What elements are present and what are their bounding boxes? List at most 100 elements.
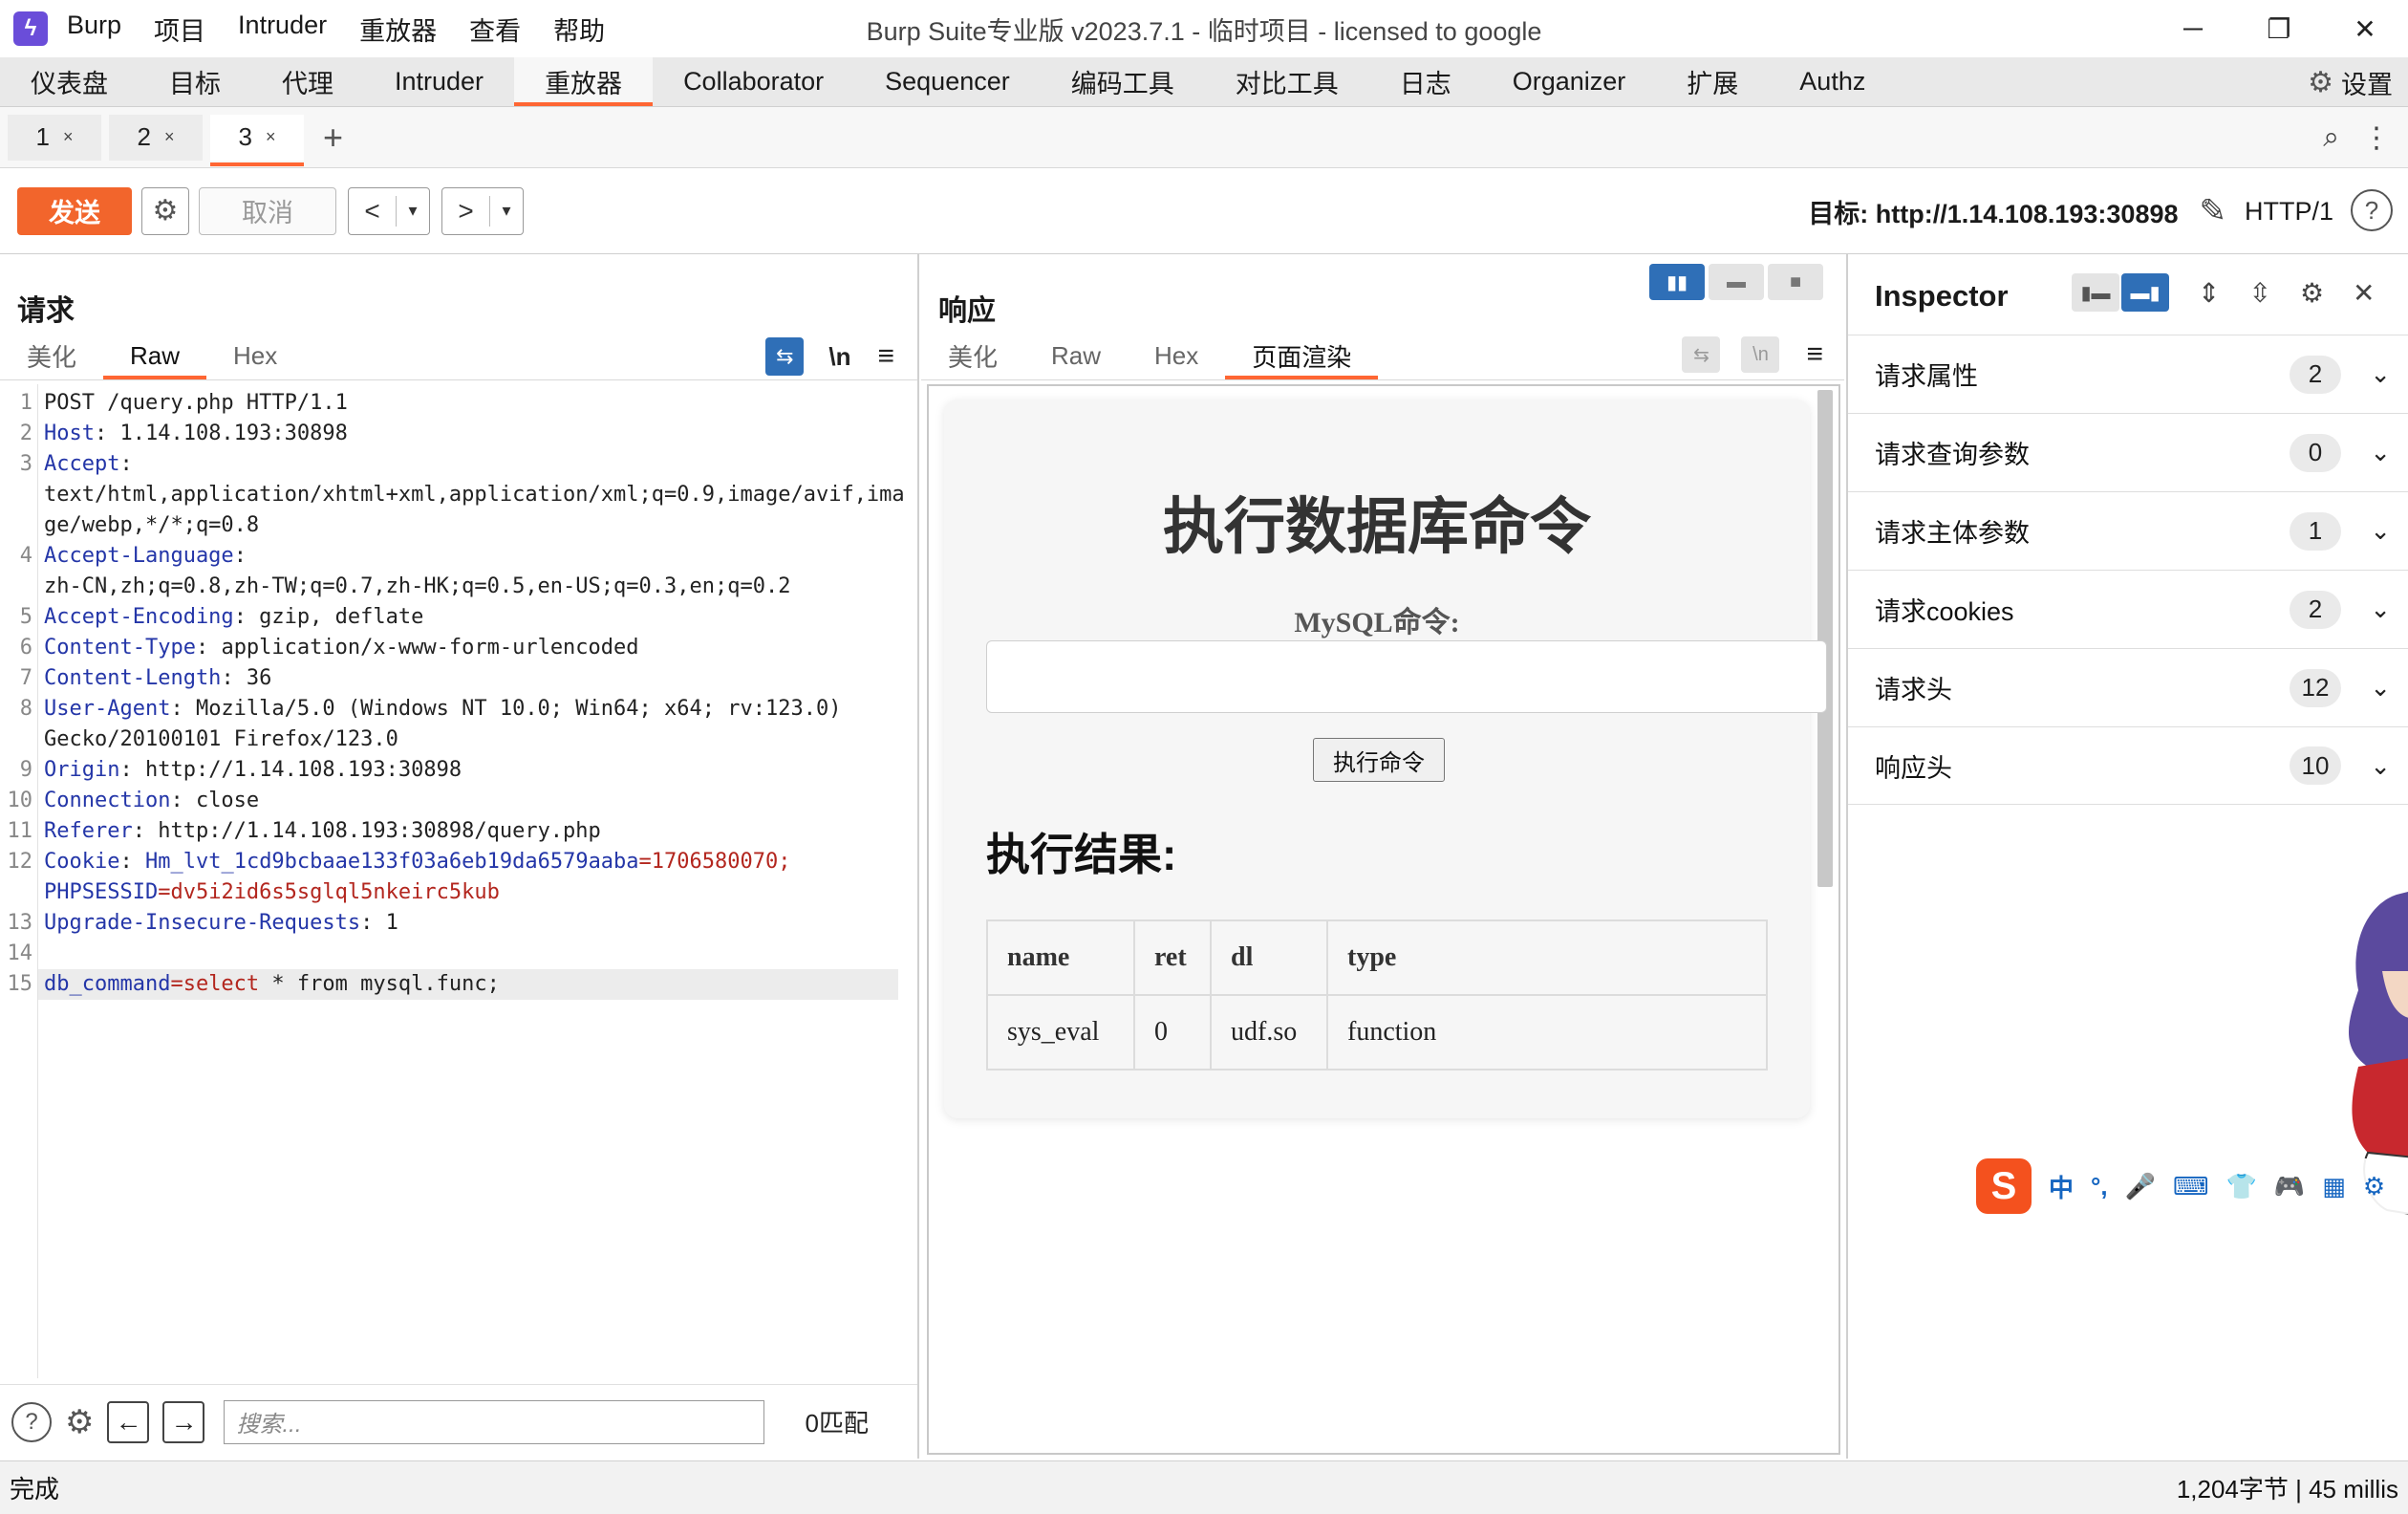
layout-side-by-side-icon[interactable]: ▮▮ — [1649, 264, 1705, 300]
tab-raw[interactable]: Raw — [103, 333, 207, 379]
inspector-section-request-attributes[interactable]: 请求属性 2 ⌄ — [1848, 335, 2408, 413]
ime-settings-icon[interactable]: ⚙ — [2363, 1172, 2385, 1201]
repeater-tab-2[interactable]: 2 × — [109, 114, 203, 161]
settings-button[interactable]: ⚙ 设置 — [2308, 57, 2393, 107]
chevron-down-icon[interactable]: ⌄ — [2370, 673, 2391, 703]
add-tab-icon[interactable]: + — [323, 118, 343, 158]
help-icon[interactable]: ? — [2351, 189, 2393, 231]
skin-shirt-icon[interactable]: 👕 — [2226, 1172, 2257, 1201]
chevron-down-icon[interactable]: ⌄ — [2370, 359, 2391, 389]
chevron-down-icon[interactable]: ⌄ — [2370, 595, 2391, 624]
gear-icon[interactable]: ⚙ — [65, 1403, 94, 1441]
tab-proxy[interactable]: 代理 — [251, 57, 364, 106]
layout-tabs-icon[interactable]: ■ — [1768, 264, 1823, 300]
inspector-section-query-params[interactable]: 请求查询参数 0 ⌄ — [1848, 413, 2408, 491]
arrow-right-icon[interactable]: → — [162, 1400, 205, 1443]
history-back-button[interactable]: < ▾ — [348, 186, 430, 235]
execute-button[interactable]: 执行命令 — [1313, 738, 1445, 782]
menu-project[interactable]: 项目 — [154, 11, 205, 48]
inspector-section-body-params[interactable]: 请求主体参数 1 ⌄ — [1848, 491, 2408, 570]
cancel-button[interactable]: 取消 — [199, 186, 336, 235]
dropdown-icon[interactable]: ▾ — [397, 201, 429, 221]
chevron-down-icon[interactable]: ⌄ — [2370, 516, 2391, 546]
tab-hex[interactable]: Hex — [1128, 333, 1225, 379]
inspector-section-cookies[interactable]: 请求cookies 2 ⌄ — [1848, 570, 2408, 648]
close-tab-icon[interactable]: × — [63, 127, 74, 147]
tab-render[interactable]: 页面渲染 — [1225, 333, 1379, 379]
tab-intruder[interactable]: Intruder — [364, 57, 514, 106]
repeater-tab-3[interactable]: 3 × — [210, 114, 304, 166]
send-button[interactable]: 发送 — [17, 186, 132, 235]
inspector-section-response-headers[interactable]: 响应头 10 ⌄ — [1848, 726, 2408, 805]
tab-collaborator[interactable]: Collaborator — [653, 57, 854, 106]
history-forward-button[interactable]: > ▾ — [441, 186, 524, 235]
search-icon[interactable]: ⌕ — [2323, 121, 2339, 154]
layout-top-bottom-icon[interactable]: ▬ — [1709, 264, 1764, 300]
repeater-tab-1[interactable]: 1 × — [8, 114, 101, 161]
token-key: Content-Length — [44, 666, 222, 690]
tab-dashboard[interactable]: 仪表盘 — [0, 57, 139, 106]
show-newline-icon[interactable]: \n — [828, 342, 850, 372]
tab-decoder[interactable]: 编码工具 — [1041, 57, 1205, 106]
menu-repeater[interactable]: 重放器 — [359, 11, 437, 48]
show-newline-icon[interactable]: \n — [1741, 336, 1780, 373]
microphone-icon[interactable]: 🎤 — [2125, 1172, 2156, 1201]
gear-icon[interactable]: ⚙ — [2300, 277, 2324, 309]
tab-logger[interactable]: 日志 — [1369, 57, 1482, 106]
inspector-section-request-headers[interactable]: 请求头 12 ⌄ — [1848, 648, 2408, 726]
tab-raw[interactable]: Raw — [1024, 333, 1128, 379]
tab-comparer[interactable]: 对比工具 — [1205, 57, 1369, 106]
chevron-right-icon[interactable]: > — [442, 195, 490, 227]
tab-pretty[interactable]: 美化 — [921, 333, 1024, 379]
menu-burp[interactable]: Burp — [67, 11, 121, 48]
tab-target[interactable]: 目标 — [139, 57, 251, 106]
restore-icon[interactable]: ❐ — [2236, 0, 2322, 57]
wrap-lines-icon[interactable]: ⇆ — [765, 337, 805, 376]
vertical-scrollbar[interactable] — [1817, 390, 1833, 887]
collapse-all-icon[interactable]: ⇳ — [2248, 277, 2270, 309]
inspector-layout-left-icon[interactable]: ▮▬ — [2072, 273, 2119, 312]
search-input[interactable]: 搜索... — [224, 1399, 765, 1444]
wrap-lines-icon[interactable]: ⇆ — [1682, 336, 1721, 373]
tab-sequencer[interactable]: Sequencer — [854, 57, 1041, 106]
http-version[interactable]: HTTP/1 — [2245, 168, 2333, 254]
tab-organizer[interactable]: Organizer — [1482, 57, 1657, 106]
tab-extensions[interactable]: 扩展 — [1656, 57, 1769, 106]
tab-hex[interactable]: Hex — [206, 333, 304, 379]
tab-authz[interactable]: Authz — [1769, 57, 1896, 106]
chevron-down-icon[interactable]: ⌄ — [2370, 751, 2391, 781]
keyboard-icon[interactable]: ⌨ — [2173, 1172, 2209, 1201]
help-icon[interactable]: ? — [11, 1401, 52, 1442]
arrow-left-icon[interactable]: ← — [107, 1400, 150, 1443]
close-tab-icon[interactable]: × — [266, 127, 276, 147]
dropdown-icon[interactable]: ▾ — [490, 201, 523, 221]
request-editor[interactable]: 1 POST /query.php HTTP/1.1 2 Host: 1.14.108… — [0, 384, 917, 1378]
inspector-layout-right-icon[interactable]: ▬▮ — [2121, 273, 2169, 312]
menu-view[interactable]: 查看 — [469, 11, 521, 48]
hamburger-menu-icon[interactable]: ≡ — [877, 340, 894, 373]
tab-repeater[interactable]: 重放器 — [514, 57, 654, 106]
close-tab-icon[interactable]: × — [164, 127, 175, 147]
ime-chinese-mode[interactable]: 中 — [2049, 1169, 2074, 1204]
mysql-command-input[interactable] — [986, 640, 1827, 713]
expand-all-icon[interactable]: ⇕ — [2198, 277, 2220, 309]
hamburger-menu-icon[interactable]: ≡ — [1806, 338, 1823, 371]
line-number: 4 — [19, 544, 32, 568]
ime-toolbar[interactable]: S 中 °, 🎤 ⌨ 👕 🎮 ▦ ⚙ — [1976, 1158, 2408, 1214]
send-settings-gear-icon[interactable]: ⚙ — [141, 186, 189, 235]
line-text: User-Agent: Mozilla/5.0 (Windows NT 10.0… — [44, 694, 841, 725]
grid-apps-icon[interactable]: ▦ — [2322, 1172, 2346, 1201]
more-vertical-icon[interactable]: ⋮ — [2362, 121, 2391, 155]
menu-help[interactable]: 帮助 — [553, 11, 605, 48]
sogou-logo-icon[interactable]: S — [1976, 1158, 2032, 1214]
chevron-down-icon[interactable]: ⌄ — [2370, 438, 2391, 467]
chevron-left-icon[interactable]: < — [349, 195, 397, 227]
edit-pencil-icon[interactable]: ✎ — [2200, 192, 2227, 230]
minimize-icon[interactable]: ─ — [2150, 0, 2236, 57]
menu-intruder[interactable]: Intruder — [238, 11, 327, 48]
close-icon[interactable]: ✕ — [2353, 277, 2375, 309]
tab-pretty[interactable]: 美化 — [0, 333, 103, 379]
gamepad-icon[interactable]: 🎮 — [2274, 1172, 2305, 1201]
ime-punctuation-icon[interactable]: °, — [2091, 1172, 2108, 1201]
close-icon[interactable]: ✕ — [2322, 0, 2408, 57]
